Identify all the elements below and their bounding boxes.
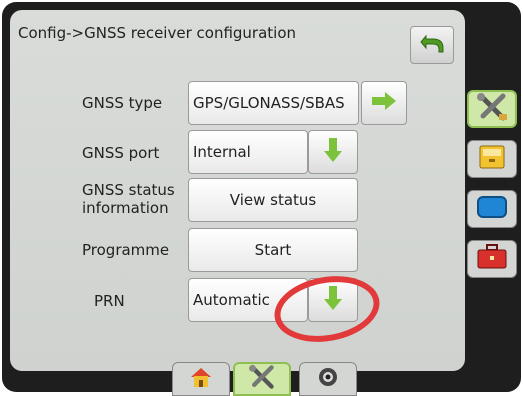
bottom-tab-home[interactable]: [172, 362, 230, 396]
gnss-port-value[interactable]: Internal: [188, 130, 308, 174]
programme-label: Programme: [82, 241, 170, 259]
page-title: Config->GNSS receiver configuration: [18, 24, 297, 42]
gnss-type-value[interactable]: GPS/GLONASS/SBAS: [188, 81, 359, 125]
bottom-tab-config[interactable]: [233, 362, 291, 396]
gnss-status-label: GNSS status information: [82, 181, 175, 217]
gnss-type-next-button[interactable]: [361, 81, 407, 125]
toolbox-icon: [476, 243, 508, 275]
gnss-type-label: GNSS type: [82, 94, 163, 112]
side-tab-console[interactable]: [467, 140, 517, 178]
gnss-port-dropdown-button[interactable]: [308, 130, 358, 174]
arrow-down-icon: [323, 137, 343, 167]
bottom-tab-camera[interactable]: [299, 362, 357, 396]
view-status-button[interactable]: View status: [188, 178, 358, 222]
device-screen: Config->GNSS receiver configuration GNSS…: [2, 2, 521, 396]
home-icon: [189, 366, 213, 392]
config-panel: Config->GNSS receiver configuration GNSS…: [10, 10, 465, 371]
wrench-screwdriver-icon: [475, 92, 509, 126]
console-icon: [477, 143, 507, 175]
programme-start-button[interactable]: Start: [188, 228, 358, 272]
display-icon: [476, 194, 508, 224]
camera-icon: [317, 366, 339, 392]
arrow-right-icon: [371, 91, 397, 115]
side-tab-display[interactable]: [467, 190, 517, 228]
wrench-screwdriver-icon: [247, 364, 277, 394]
back-arrow-icon: [420, 32, 444, 58]
gnss-port-label: GNSS port: [82, 144, 160, 162]
side-tab-toolbox[interactable]: [467, 240, 517, 278]
side-tab-tools[interactable]: [467, 90, 517, 128]
prn-label: PRN: [94, 292, 125, 310]
back-button[interactable]: [410, 26, 454, 64]
